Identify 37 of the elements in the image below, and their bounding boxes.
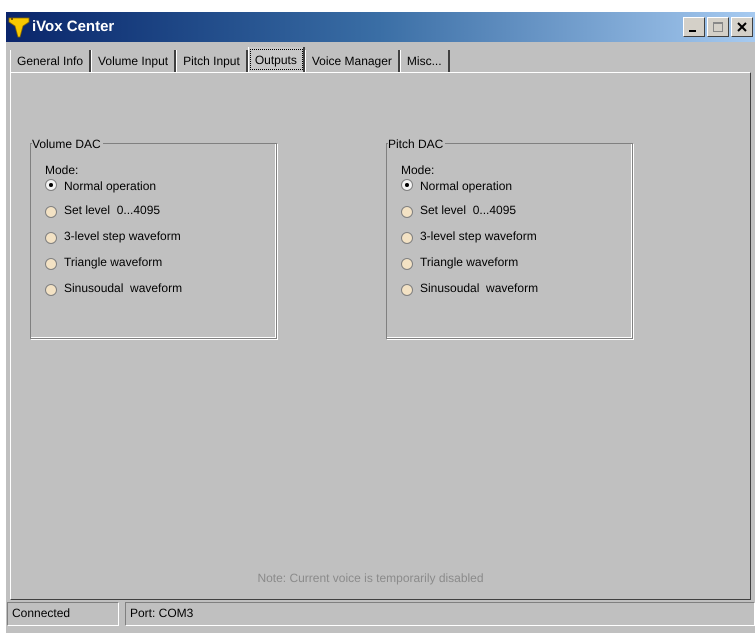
radio-button[interactable] [45,232,57,244]
tab[interactable]: Outputs [248,47,305,72]
radio-button[interactable] [401,258,413,270]
tab[interactable]: Voice Manager [304,50,400,72]
radio-button[interactable] [401,232,413,244]
maximize-button[interactable] [707,17,729,37]
tab[interactable]: Volume Input [91,50,176,72]
close-icon [736,21,748,33]
radio-button[interactable] [45,206,57,218]
tab[interactable]: Misc... [400,50,450,72]
radio-button[interactable] [401,179,413,191]
radio-option[interactable]: 3-level step waveform [401,219,537,245]
radio-button[interactable] [45,284,57,296]
mode-label: Mode: [401,163,434,178]
radio-option[interactable]: Normal operation [45,178,156,193]
mode-label: Mode: [45,163,78,178]
app-logo-icon [8,15,30,39]
window-title: iVox Center [32,16,116,37]
radio-option[interactable]: Set level 0...4095 [401,193,516,219]
radio-button[interactable] [401,206,413,218]
radio-button[interactable] [45,179,57,191]
tab[interactable]: General Info [10,50,92,72]
radio-button[interactable] [401,284,413,296]
status-bar-field: Port: COM3 [125,602,755,626]
radio-option[interactable]: Sinusoudal waveform [401,271,538,297]
minimize-button[interactable] [683,17,705,37]
radio-option[interactable]: 3-level step waveform [45,219,181,245]
minimize-icon [689,30,696,32]
radio-option[interactable]: Triangle waveform [45,245,162,271]
close-button[interactable] [731,17,753,37]
radio-button[interactable] [45,258,57,270]
radio-option[interactable]: Triangle waveform [401,245,518,271]
radio-option[interactable]: Sinusoudal waveform [45,271,182,297]
maximize-icon [712,21,724,33]
radio-option[interactable]: Set level 0...4095 [45,193,160,219]
radio-option[interactable]: Normal operation [401,178,512,193]
status-bar-field: Connected [7,602,119,626]
